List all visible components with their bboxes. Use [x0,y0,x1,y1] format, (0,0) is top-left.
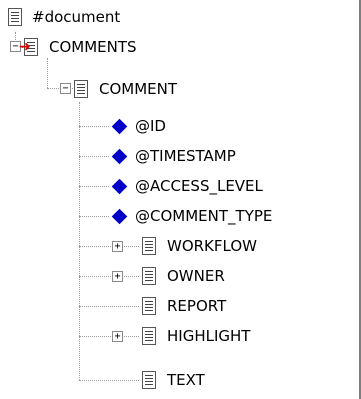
element-icon [142,237,156,255]
tree-node-label: REPORT [167,297,227,315]
tree-node-attribute-timestamp[interactable]: @TIMESTAMP [110,141,238,171]
expand-toggle[interactable]: + [112,241,123,252]
tree-node-attribute-comment-type[interactable]: @COMMENT_TYPE [110,201,274,231]
tree-connector [79,380,139,381]
tree-node-label: #document [32,8,121,26]
tree-connector [79,216,109,217]
collapse-toggle[interactable]: − [60,83,71,94]
attribute-diamond-icon [111,148,128,164]
tree-node-report[interactable]: REPORT [142,291,228,321]
tree-node-attribute-access-level[interactable]: @ACCESS_LEVEL [110,171,265,201]
tree-connector [47,58,48,88]
tree-node-label: @ACCESS_LEVEL [135,177,263,195]
tree-connector [79,336,139,337]
tree-node-label: WORKFLOW [167,237,257,255]
attribute-diamond-icon [111,118,128,134]
tree-node-label: @COMMENT_TYPE [135,207,273,225]
tree-node-highlight[interactable]: HIGHLIGHT [142,321,252,351]
tree-connector [79,126,109,127]
tree-node-label: @TIMESTAMP [135,147,236,165]
tree-node-label: HIGHLIGHT [167,327,251,345]
element-icon [74,80,88,98]
tree-node-label: @ID [135,117,166,135]
element-icon [142,297,156,315]
tree-node-text[interactable]: TEXT [142,365,207,395]
attribute-diamond-icon [111,178,128,194]
attribute-diamond-icon [111,208,128,224]
tree-node-label: COMMENT [99,80,178,98]
tree-connector [79,306,139,307]
tree-connector [79,156,109,157]
tree-node-label: COMMENTS [49,38,137,56]
tree-connector [79,186,109,187]
element-red-arrow-icon [19,38,38,56]
tree-connector [79,102,80,380]
tree-connector [79,276,139,277]
tree-node-label: TEXT [167,371,205,389]
tree-node-document[interactable]: #document [8,2,122,32]
tree-node-attribute-id[interactable]: @ID [110,111,168,141]
tree-node-comment[interactable]: COMMENT [74,74,179,104]
tree-node-comments[interactable]: COMMENTS [19,32,139,62]
element-icon [142,327,156,345]
element-icon [142,267,156,285]
expand-toggle[interactable]: + [112,331,123,342]
expand-toggle[interactable]: + [112,271,123,282]
tree-node-label: OWNER [167,267,225,285]
element-icon [142,371,156,389]
tree-connector [79,246,139,247]
tree-node-workflow[interactable]: WORKFLOW [142,231,259,261]
document-icon [8,8,22,26]
tree-node-owner[interactable]: OWNER [142,261,227,291]
xml-tree-view[interactable]: #document − COMMENTS − COMMENT @ID @TIME… [0,0,361,399]
